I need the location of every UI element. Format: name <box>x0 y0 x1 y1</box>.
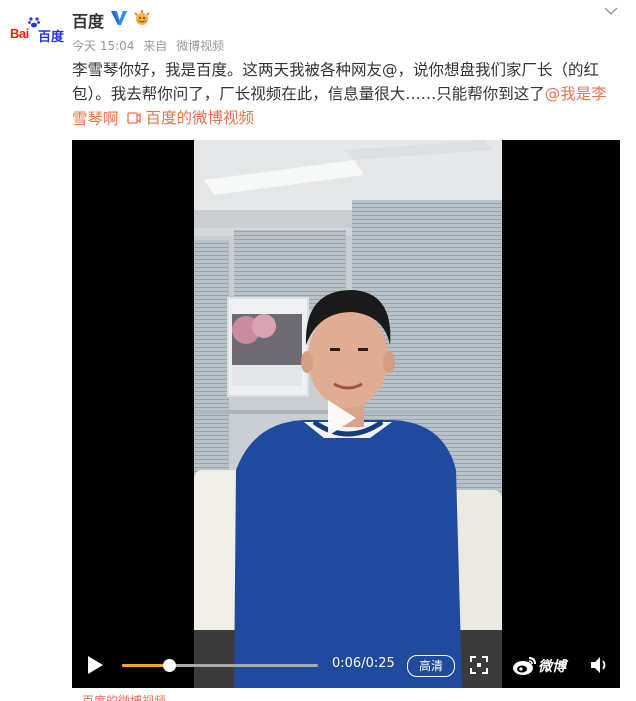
video-player[interactable]: 0:06/0:25 高清 微博 <box>72 140 620 688</box>
sun-badge-icon <box>134 10 150 25</box>
chevron-down-icon[interactable] <box>604 6 618 16</box>
time-display: 0:06/0:25 <box>332 656 395 671</box>
play-icon[interactable] <box>86 655 104 675</box>
post-time[interactable]: 今天 15:04 <box>72 39 134 53</box>
logo-text-bai: Bai <box>10 26 29 41</box>
v-verified-icon <box>111 11 127 25</box>
truncated-link: 百度的微博视频 <box>82 692 166 701</box>
post-source[interactable]: 微博视频 <box>176 39 224 53</box>
author-avatar[interactable]: Bai 百度 <box>8 12 64 52</box>
post-meta: 今天 15:04 来自 微博视频 <box>72 37 229 54</box>
logo-text-du: 百度 <box>38 29 65 44</box>
fullscreen-icon[interactable] <box>470 656 488 674</box>
post-content: 李雪琴你好，我是百度。这两天我被各种网友@，说你想盘我们家厂长（的红包）。我去帮… <box>72 58 620 131</box>
post-text: 李雪琴你好，我是百度。这两天我被各种网友@，说你想盘我们家厂长（的红包）。我去帮… <box>72 61 600 103</box>
weibo-logo-icon <box>513 657 536 675</box>
author-name[interactable]: 百度 <box>72 8 104 32</box>
progress-fill <box>122 664 170 667</box>
quality-button[interactable]: 高清 <box>407 655 455 677</box>
truncated-link-text: 百度的微博视频 <box>82 694 167 701</box>
brand-label: 微博 <box>538 659 566 675</box>
volume-icon[interactable] <box>590 656 610 674</box>
source-prefix: 来自 <box>143 39 168 53</box>
player-controls: 0:06/0:25 高清 微博 <box>72 644 620 688</box>
weibo-brand[interactable]: 微博 <box>512 653 574 677</box>
video-link[interactable]: 百度的微博视频 <box>123 106 254 130</box>
play-overlay-icon[interactable] <box>308 388 368 448</box>
video-link-label: 百度的微博视频 <box>145 109 254 127</box>
video-link-icon <box>127 112 142 124</box>
progress-bar[interactable] <box>122 659 318 672</box>
progress-knob[interactable] <box>163 659 177 672</box>
